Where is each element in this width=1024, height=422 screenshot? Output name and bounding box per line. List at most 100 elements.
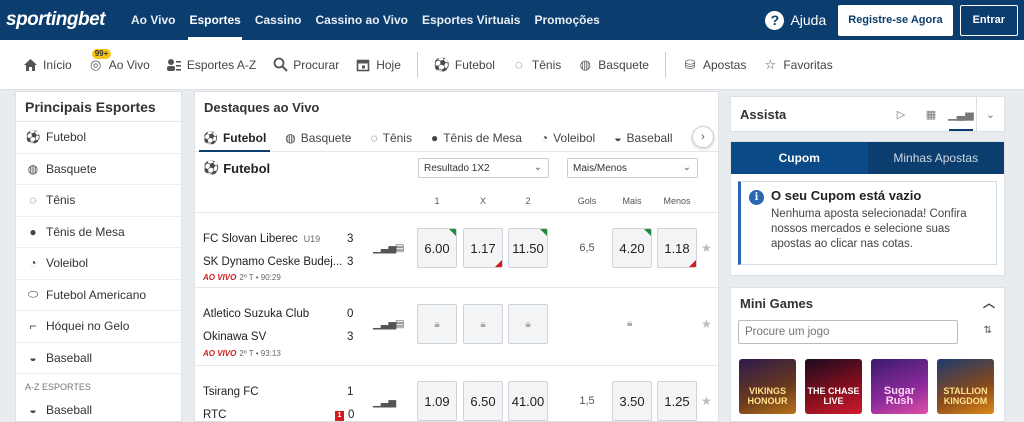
register-button[interactable]: Registre-se Agora bbox=[838, 4, 953, 36]
tab-baseball[interactable]: ◒ Baseball bbox=[614, 124, 672, 151]
tab-minhas-apostas[interactable]: Minhas Apostas bbox=[868, 142, 1005, 174]
chevron-down-icon: ⌄ bbox=[682, 162, 691, 173]
soccer-ball-icon: ⚽ bbox=[433, 56, 450, 72]
chevron-down-icon[interactable]: ⌄ bbox=[976, 97, 1004, 131]
subnav-basquete-label: Basquete bbox=[598, 57, 649, 72]
sidebar-item-label: Basquete bbox=[46, 161, 97, 176]
tab-cupom[interactable]: Cupom bbox=[731, 142, 868, 174]
bets-icon: ⛁ bbox=[684, 56, 696, 72]
tab-basquete[interactable]: ◍ Basquete bbox=[285, 124, 351, 151]
sort-az-icon[interactable]: ⇅ bbox=[984, 325, 992, 336]
scoreboard-icon[interactable]: ▦ bbox=[916, 97, 946, 131]
game-search-input[interactable] bbox=[738, 320, 958, 344]
tab-tenis-de-mesa[interactable]: ● Tênis de Mesa bbox=[431, 124, 522, 151]
live-status: AO VIVO 2º T • 93:13 bbox=[203, 349, 281, 358]
tabs-next-button[interactable]: › bbox=[692, 126, 714, 148]
stats-icon[interactable]: ▁▃▅ bbox=[373, 243, 396, 254]
subnav-procurar[interactable]: Procurar bbox=[272, 57, 339, 73]
subnav-favoritas[interactable]: ☆ Favoritas bbox=[762, 57, 833, 73]
topnav-promocoes[interactable]: Promoções bbox=[527, 0, 606, 40]
subnav-tenis-label: Tênis bbox=[531, 57, 562, 72]
video-icon[interactable]: ▷ bbox=[886, 97, 916, 131]
live-label: AO VIVO bbox=[203, 349, 237, 358]
odd-button-menos[interactable]: 1.25 bbox=[657, 381, 697, 421]
sidebar-item-futebol-americano[interactable]: ⬭ Futebol Americano bbox=[16, 280, 181, 311]
volleyball-icon: ◔ bbox=[540, 130, 549, 145]
subnav-divider bbox=[664, 51, 666, 78]
topnav-esportes[interactable]: Esportes bbox=[182, 0, 247, 40]
subnav-esportes-az[interactable]: Esportes A-Z bbox=[166, 57, 256, 73]
game-tile-vikings[interactable]: VIKINGS HONOUR bbox=[739, 359, 796, 414]
topnav-ao-vivo[interactable]: Ao Vivo bbox=[124, 0, 182, 40]
subnav-apostas[interactable]: ⛁ Apostas bbox=[682, 56, 747, 73]
market-select-1x2[interactable]: Resultado 1X2 ⌄ bbox=[418, 158, 549, 178]
stats-icon[interactable]: ▁▃▅ bbox=[946, 97, 976, 131]
topnav-cassino-ao-vivo[interactable]: Cassino ao Vivo bbox=[309, 0, 415, 40]
subnav-futebol[interactable]: ⚽ Futebol bbox=[434, 57, 495, 73]
game-tile-sugar-rush[interactable]: Sugar Rush bbox=[871, 359, 928, 414]
subnav-tenis[interactable]: ◌ Tênis bbox=[511, 57, 561, 73]
gols-line: 1,5 bbox=[579, 395, 595, 407]
odd-button-x[interactable]: 1.17 bbox=[463, 228, 503, 268]
subnav-basquete[interactable]: ◍ Basquete bbox=[577, 57, 649, 73]
odd-button-1[interactable]: 6.00 bbox=[417, 228, 457, 268]
home-team[interactable]: Atletico Suzuka Club bbox=[203, 308, 309, 320]
away-team[interactable]: RTC bbox=[203, 409, 226, 421]
tab-futebol[interactable]: ⚽ Futebol bbox=[198, 124, 271, 152]
scoreboard-icon[interactable]: ▤ bbox=[395, 319, 404, 330]
odd-button-x[interactable]: 6.50 bbox=[463, 381, 503, 421]
sidebar-item-hoquei-no-gelo[interactable]: ⌐ Hóquei no Gelo bbox=[16, 311, 181, 343]
favorite-star-icon[interactable]: ★ bbox=[701, 394, 712, 408]
odd-up-icon bbox=[540, 229, 547, 236]
odd-button-mais[interactable]: 4.20 bbox=[612, 228, 652, 268]
sidebar-item-voleibol[interactable]: ◔ Voleibol bbox=[16, 248, 181, 280]
sidebar-az-item-baseball[interactable]: ◒ Baseball bbox=[16, 394, 181, 422]
stats-icon[interactable]: ▁▃▅ bbox=[373, 397, 396, 408]
chevron-up-icon[interactable]: ︿ bbox=[983, 294, 995, 311]
sidebar-item-futebol[interactable]: ⚽ Futebol bbox=[16, 122, 181, 154]
away-team[interactable]: Okinawa SV bbox=[203, 331, 266, 343]
empty-betslip-text: Nenhuma aposta selecionada! Confira noss… bbox=[771, 208, 967, 250]
login-button[interactable]: Entrar bbox=[959, 4, 1018, 36]
topnav-esportes-virtuais[interactable]: Esportes Virtuais bbox=[415, 0, 527, 40]
help-link[interactable]: ? Ajuda bbox=[765, 10, 826, 30]
live-label: AO VIVO bbox=[203, 273, 237, 282]
stats-icon[interactable]: ▁▃▅ bbox=[373, 319, 396, 330]
odd-button-1-locked[interactable]: 🔒︎ bbox=[417, 304, 457, 344]
odd-button-2[interactable]: 11.50 bbox=[508, 228, 548, 268]
market-select-mais-menos[interactable]: Mais/Menos ⌄ bbox=[567, 158, 698, 178]
home-team-name: FC Slovan Liberec bbox=[203, 233, 298, 245]
tab-label: Basquete bbox=[300, 130, 352, 145]
logo[interactable]: sportingbet bbox=[6, 9, 124, 31]
subnav-ao-vivo[interactable]: ◎ 99+ Ao Vivo bbox=[88, 48, 150, 73]
odd-button-mais[interactable]: 3.50 bbox=[612, 381, 652, 421]
sidebar-item-baseball[interactable]: ◒ Baseball bbox=[16, 343, 181, 374]
tab-voleibol[interactable]: ◔ Voleibol bbox=[541, 124, 595, 151]
sidebar-item-label: Futebol Americano bbox=[46, 287, 147, 302]
odd-down-icon bbox=[495, 260, 502, 267]
scoreboard-icon[interactable]: ▤ bbox=[395, 243, 404, 254]
game-tile-stallion-kingdom[interactable]: STALLION KINGDOM bbox=[937, 359, 994, 414]
favorite-star-icon[interactable]: ★ bbox=[701, 241, 712, 255]
subnav-hoje[interactable]: Hoje bbox=[355, 57, 401, 73]
odd-button-2-locked[interactable]: 🔒︎ bbox=[508, 304, 548, 344]
odd-button-2[interactable]: 41.00 bbox=[508, 381, 548, 421]
tab-tenis[interactable]: ◌ Tênis bbox=[370, 124, 411, 151]
sidebar-item-tenis-de-mesa[interactable]: ● Tênis de Mesa bbox=[16, 217, 181, 248]
home-team[interactable]: FC Slovan Liberec U19 bbox=[203, 233, 320, 245]
live-status: AO VIVO 2º T • 90:29 bbox=[203, 273, 281, 282]
subnav-inicio[interactable]: Início bbox=[22, 57, 72, 73]
game-tile-the-chase[interactable]: THE CHASE LIVE bbox=[805, 359, 862, 414]
subnav-favoritas-label: Favoritas bbox=[783, 57, 833, 72]
sidebar-item-basquete[interactable]: ◍ Basquete bbox=[16, 154, 181, 185]
odd-button-1[interactable]: 1.09 bbox=[417, 381, 457, 421]
sidebar-item-tenis[interactable]: ◌ Tênis bbox=[16, 185, 181, 217]
home-team[interactable]: Tsirang FC bbox=[203, 386, 259, 398]
odd-button-x-locked[interactable]: 🔒︎ bbox=[463, 304, 503, 344]
subnav-inicio-label: Início bbox=[43, 57, 72, 72]
mini-games-header[interactable]: Mini Games ︿ bbox=[731, 288, 1004, 318]
favorite-star-icon[interactable]: ★ bbox=[701, 317, 712, 331]
away-team[interactable]: SK Dynamo Ceske Budej... bbox=[203, 256, 342, 268]
odd-button-menos[interactable]: 1.18 bbox=[657, 228, 697, 268]
topnav-cassino[interactable]: Cassino bbox=[248, 0, 309, 40]
